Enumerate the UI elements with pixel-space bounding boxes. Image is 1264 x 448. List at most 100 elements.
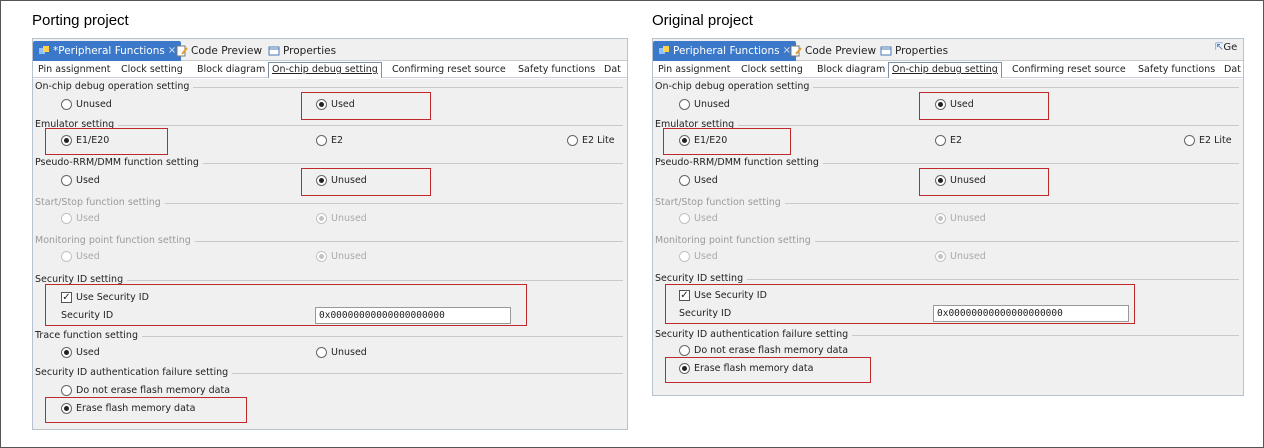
subtab-block-diagram[interactable]: Block diagram (194, 63, 268, 77)
tab-code-preview[interactable]: Code Preview (171, 41, 267, 61)
trace-used-radio[interactable]: Used (61, 347, 100, 358)
settings-subtab-bar: Pin assignment Clock setting Block diagr… (653, 62, 1243, 78)
monitor-unused-radio: Unused (316, 251, 367, 262)
group-security-failure-title: Security ID authentication failure setti… (655, 329, 853, 340)
onchip-unused-radio[interactable]: Unused (61, 99, 112, 110)
radio-off-icon (679, 251, 690, 262)
emulator-e2lite-radio[interactable]: E2 Lite (567, 135, 615, 146)
highlight-box (919, 168, 1049, 196)
highlight-box (665, 357, 871, 383)
tab-properties-label: Properties (895, 45, 949, 57)
emulator-e2-radio[interactable]: E2 (935, 135, 962, 146)
tab-properties[interactable]: Properties (263, 41, 341, 61)
tab-code-preview[interactable]: Code Preview (785, 41, 881, 61)
emulator-e2lite-label: E2 Lite (582, 135, 615, 146)
radio-on-icon (61, 347, 72, 358)
tab-peripheral-label: Peripheral Functions (673, 45, 780, 57)
highlight-box (301, 92, 431, 120)
subtab-safety-functions[interactable]: Safety functions (1135, 63, 1218, 77)
subtab-pin-assignment[interactable]: Pin assignment (655, 63, 733, 77)
debug-settings-content: On-chip debug operation setting Unused U… (33, 79, 627, 429)
radio-off-icon (316, 347, 327, 358)
settings-subtab-bar: Pin assignment Clock setting Block diagr… (33, 62, 627, 78)
group-divider (655, 125, 1239, 126)
subtab-clock-setting[interactable]: Clock setting (738, 63, 806, 77)
group-monitoring-title: Monitoring point function setting (655, 235, 815, 246)
group-monitoring-title: Monitoring point function setting (35, 235, 195, 246)
porting-panel: *Peripheral Functions × Code Preview Pro… (32, 38, 628, 430)
generate-code-button[interactable]: ⇱Ge (1215, 42, 1237, 53)
emulator-e2-radio[interactable]: E2 (316, 135, 343, 146)
onchip-unused-label: Unused (76, 99, 112, 110)
subtab-on-chip-debug-setting[interactable]: On-chip debug setting (888, 62, 1002, 78)
subtab-confirming-reset-source[interactable]: Confirming reset source (1009, 63, 1129, 77)
tab-peripheral-functions[interactable]: *Peripheral Functions × (33, 41, 182, 61)
group-onchip-debug-title: On-chip debug operation setting (655, 81, 814, 92)
pseudo-used-label: Used (76, 175, 100, 186)
group-start-stop-title: Start/Stop function setting (655, 197, 785, 208)
properties-icon (268, 46, 280, 56)
subtab-block-diagram[interactable]: Block diagram (814, 63, 888, 77)
radio-on-icon (316, 251, 327, 262)
emulator-e2-label: E2 (331, 135, 344, 146)
monitor-used-radio: Used (61, 251, 100, 262)
subtab-clock-setting[interactable]: Clock setting (118, 63, 186, 77)
peripheral-icon (39, 46, 49, 54)
subtab-confirming-reset-source[interactable]: Confirming reset source (389, 63, 509, 77)
highlight-box (301, 168, 431, 196)
emulator-e2-label: E2 (950, 135, 963, 146)
debug-settings-content: On-chip debug operation setting Unused U… (653, 79, 1243, 395)
radio-off-icon (679, 175, 690, 186)
radio-off-icon (679, 99, 690, 110)
subtab-pin-assignment[interactable]: Pin assignment (35, 63, 113, 77)
radio-off-icon (679, 213, 690, 224)
tab-peripheral-functions[interactable]: Peripheral Functions × (653, 41, 796, 61)
group-start-stop-title: Start/Stop function setting (35, 197, 165, 208)
startstop-used-radio: Used (679, 213, 718, 224)
subtab-safety-functions[interactable]: Safety functions (515, 63, 598, 77)
radio-off-icon (61, 99, 72, 110)
group-pseudo-rrm-title: Pseudo-RRM/DMM function setting (35, 157, 203, 168)
pseudo-used-label: Used (694, 175, 718, 186)
tab-properties[interactable]: Properties (875, 41, 953, 61)
radio-off-icon (316, 135, 327, 146)
onchip-unused-label: Unused (694, 99, 730, 110)
highlight-box (919, 92, 1049, 120)
group-security-id-title: Security ID setting (655, 273, 748, 284)
radio-off-icon (61, 213, 72, 224)
startstop-used-label: Used (694, 213, 718, 224)
code-preview-icon (176, 45, 188, 57)
monitor-used-label: Used (76, 251, 100, 262)
highlight-box (45, 128, 168, 155)
radio-on-icon (316, 213, 327, 224)
trace-unused-label: Unused (331, 347, 367, 358)
caption-porting: Porting project (32, 12, 129, 29)
monitor-unused-label: Unused (950, 251, 986, 262)
startstop-used-radio: Used (61, 213, 100, 224)
highlight-box (45, 397, 247, 423)
emulator-e2lite-label: E2 Lite (1199, 135, 1232, 146)
onchip-unused-radio[interactable]: Unused (679, 99, 730, 110)
startstop-unused-radio: Unused (316, 213, 367, 224)
group-pseudo-rrm-title: Pseudo-RRM/DMM function setting (655, 157, 823, 168)
emulator-e2lite-radio[interactable]: E2 Lite (1184, 135, 1232, 146)
startstop-unused-label: Unused (331, 213, 367, 224)
tab-properties-label: Properties (283, 45, 337, 57)
subtab-data[interactable]: Dat (1221, 63, 1243, 77)
radio-off-icon (61, 175, 72, 186)
no-erase-radio[interactable]: Do not erase flash memory data (679, 345, 848, 356)
group-security-failure-title: Security ID authentication failure setti… (35, 367, 233, 378)
pseudo-used-radio[interactable]: Used (61, 175, 100, 186)
caption-original: Original project (652, 12, 753, 29)
trace-unused-radio[interactable]: Unused (316, 347, 367, 358)
no-erase-label: Do not erase flash memory data (694, 345, 849, 356)
no-erase-radio[interactable]: Do not erase flash memory data (61, 385, 230, 396)
code-preview-icon (790, 45, 802, 57)
no-erase-label: Do not erase flash memory data (76, 385, 231, 396)
pseudo-used-radio[interactable]: Used (679, 175, 718, 186)
editor-tab-bar: *Peripheral Functions × Code Preview Pro… (33, 39, 627, 61)
radio-off-icon (61, 385, 72, 396)
subtab-on-chip-debug-setting[interactable]: On-chip debug setting (268, 62, 382, 78)
subtab-data[interactable]: Dat (601, 63, 624, 77)
radio-on-icon (935, 251, 946, 262)
